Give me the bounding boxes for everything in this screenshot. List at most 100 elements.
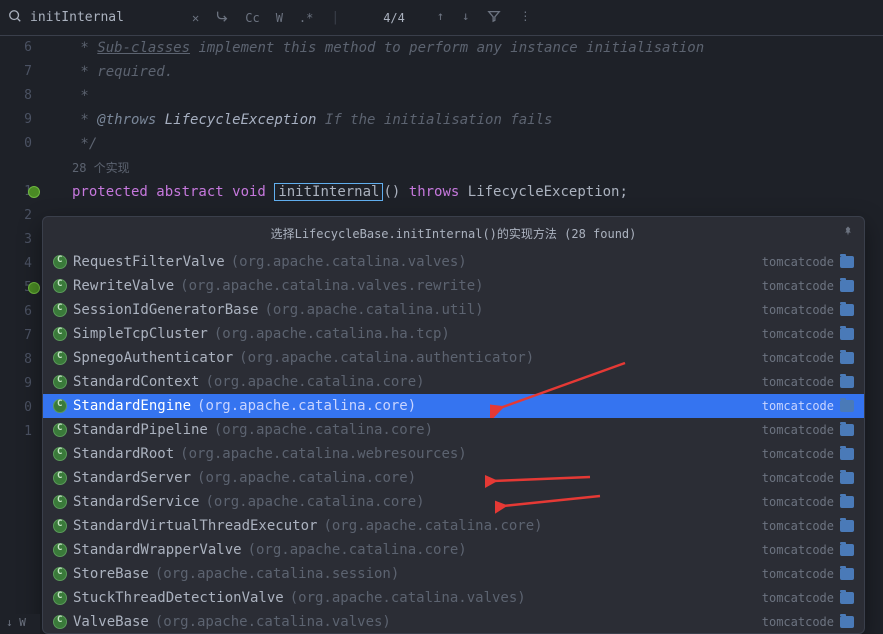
gutter-line: 0 — [0, 132, 32, 156]
method-name-highlight: initInternal — [274, 183, 383, 201]
folder-icon — [840, 592, 854, 604]
pin-icon[interactable] — [842, 225, 854, 240]
class-package: (org.apache.catalina.valves) — [155, 614, 391, 630]
implementation-item[interactable]: StoreBase(org.apache.catalina.session)to… — [43, 562, 864, 586]
prev-match-icon[interactable]: ↑ — [433, 7, 448, 28]
filter-icon[interactable] — [483, 7, 505, 28]
item-module: tomcatcode — [762, 471, 854, 485]
implementation-item[interactable]: StandardRoot(org.apache.catalina.webreso… — [43, 442, 864, 466]
gutter-line: 1 — [0, 420, 32, 444]
item-module: tomcatcode — [762, 279, 854, 293]
gutter-line: 7 — [0, 60, 32, 84]
implementation-item[interactable]: RewriteValve(org.apache.catalina.valves.… — [43, 274, 864, 298]
class-name: StandardService — [73, 494, 199, 510]
search-bar: ✕ Cc W .* | 4/4 ↑ ↓ ⋮ — [0, 0, 883, 36]
match-case-toggle[interactable]: Cc — [241, 9, 263, 27]
implementation-item[interactable]: StandardServer(org.apache.catalina.core)… — [43, 466, 864, 490]
item-module: tomcatcode — [762, 567, 854, 581]
implementation-item[interactable]: StandardService (org.apache.catalina.core… — [43, 490, 864, 514]
class-name: StandardRoot — [73, 446, 174, 462]
class-package: (org.apache.catalina.session) — [155, 566, 399, 582]
class-package: (org.apache.catalina.core) — [248, 542, 467, 558]
class-icon — [53, 423, 67, 437]
item-module: tomcatcode — [762, 327, 854, 341]
class-name: StandardPipeline — [73, 422, 208, 438]
class-icon — [53, 495, 67, 509]
implementation-item[interactable]: SpnegoAuthenticator(org.apache.catalina.… — [43, 346, 864, 370]
folder-icon — [840, 352, 854, 364]
folder-icon — [840, 520, 854, 532]
implementation-item[interactable]: StuckThreadDetectionValve (org.apache.cat… — [43, 586, 864, 610]
search-input[interactable] — [30, 10, 180, 25]
item-module: tomcatcode — [762, 591, 854, 605]
class-package: (org.apache.catalina.core) — [197, 398, 416, 414]
folder-icon — [840, 568, 854, 580]
gutter-line: 8 — [0, 84, 32, 108]
implementation-popup: 选择LifecycleBase.initInternal()的实现方法 (28 … — [42, 216, 865, 634]
item-module: tomcatcode — [762, 375, 854, 389]
class-package: (org.apache.catalina.valves) — [231, 254, 467, 270]
status-bar: ↓ W — [0, 614, 40, 634]
implementation-item[interactable]: RequestFilterValve(org.apache.catalina.v… — [43, 250, 864, 274]
folder-icon — [840, 328, 854, 340]
class-name: StandardContext — [73, 374, 199, 390]
folder-icon — [840, 448, 854, 460]
next-match-icon[interactable]: ↓ — [458, 7, 473, 28]
more-icon[interactable]: ⋮ — [515, 7, 535, 28]
folder-icon — [840, 496, 854, 508]
gutter-line: 0 — [0, 396, 32, 420]
implementation-item[interactable]: StandardWrapperValve(org.apache.catalina… — [43, 538, 864, 562]
class-icon — [53, 303, 67, 317]
class-icon — [53, 399, 67, 413]
folder-icon — [840, 304, 854, 316]
folder-icon — [840, 544, 854, 556]
class-icon — [53, 447, 67, 461]
class-package: (org.apache.catalina.core) — [323, 518, 542, 534]
gutter: 6789012345678901 — [0, 36, 42, 634]
class-icon — [53, 279, 67, 293]
previous-search-icon[interactable] — [211, 7, 233, 28]
gutter-line: 5 — [0, 276, 32, 300]
gutter-line: 6 — [0, 36, 32, 60]
class-name: StuckThreadDetectionValve — [73, 590, 284, 606]
folder-icon — [840, 256, 854, 268]
class-icon — [53, 567, 67, 581]
class-package: (org.apache.catalina.valves) — [290, 590, 526, 606]
class-name: ValveBase — [73, 614, 149, 630]
implementation-item[interactable]: ValveBase (org.apache.catalina.valves) tom… — [43, 610, 864, 633]
gutter-line: 6 — [0, 300, 32, 324]
gutter-line: 2 — [0, 204, 32, 228]
class-icon — [53, 591, 67, 605]
folder-icon — [840, 376, 854, 388]
regex-toggle[interactable]: .* — [295, 9, 317, 27]
class-package: (org.apache.catalina.core) — [205, 494, 424, 510]
gutter-line: 4 — [0, 252, 32, 276]
class-name: SessionIdGeneratorBase — [73, 302, 258, 318]
implementation-item[interactable]: StandardPipeline(org.apache.catalina.cor… — [43, 418, 864, 442]
class-icon — [53, 327, 67, 341]
folder-icon — [840, 472, 854, 484]
item-module: tomcatcode — [762, 447, 854, 461]
implementation-item[interactable]: StandardVirtualThreadExecutor (org.apache… — [43, 514, 864, 538]
search-result-count: 4/4 — [383, 11, 405, 25]
class-package: (org.apache.catalina.valves.rewrite) — [180, 278, 483, 294]
class-name: StandardEngine — [73, 398, 191, 414]
class-name: StandardVirtualThreadExecutor — [73, 518, 317, 534]
class-icon — [53, 471, 67, 485]
folder-icon — [840, 616, 854, 628]
class-name: SimpleTcpCluster — [73, 326, 208, 342]
class-package: (org.apache.catalina.ha.tcp) — [214, 326, 450, 342]
whole-word-toggle[interactable]: W — [272, 9, 287, 27]
implementation-item[interactable]: StandardContext(org.apache.catalina.core… — [43, 370, 864, 394]
gutter-line: 7 — [0, 324, 32, 348]
implementation-item[interactable]: SimpleTcpCluster (org.apache.catalina.ha.… — [43, 322, 864, 346]
folder-icon — [840, 280, 854, 292]
gutter-line: 9 — [0, 372, 32, 396]
implementation-item[interactable]: SessionIdGeneratorBase(org.apache.catali… — [43, 298, 864, 322]
clear-search-icon[interactable]: ✕ — [188, 9, 203, 27]
implementation-item[interactable]: StandardEngine (org.apache.catalina.core)… — [43, 394, 864, 418]
item-module: tomcatcode — [762, 615, 854, 629]
popup-title: 选择LifecycleBase.initInternal()的实现方法 (28 … — [43, 217, 864, 250]
class-icon — [53, 543, 67, 557]
implementation-list[interactable]: RequestFilterValve(org.apache.catalina.v… — [43, 250, 864, 633]
